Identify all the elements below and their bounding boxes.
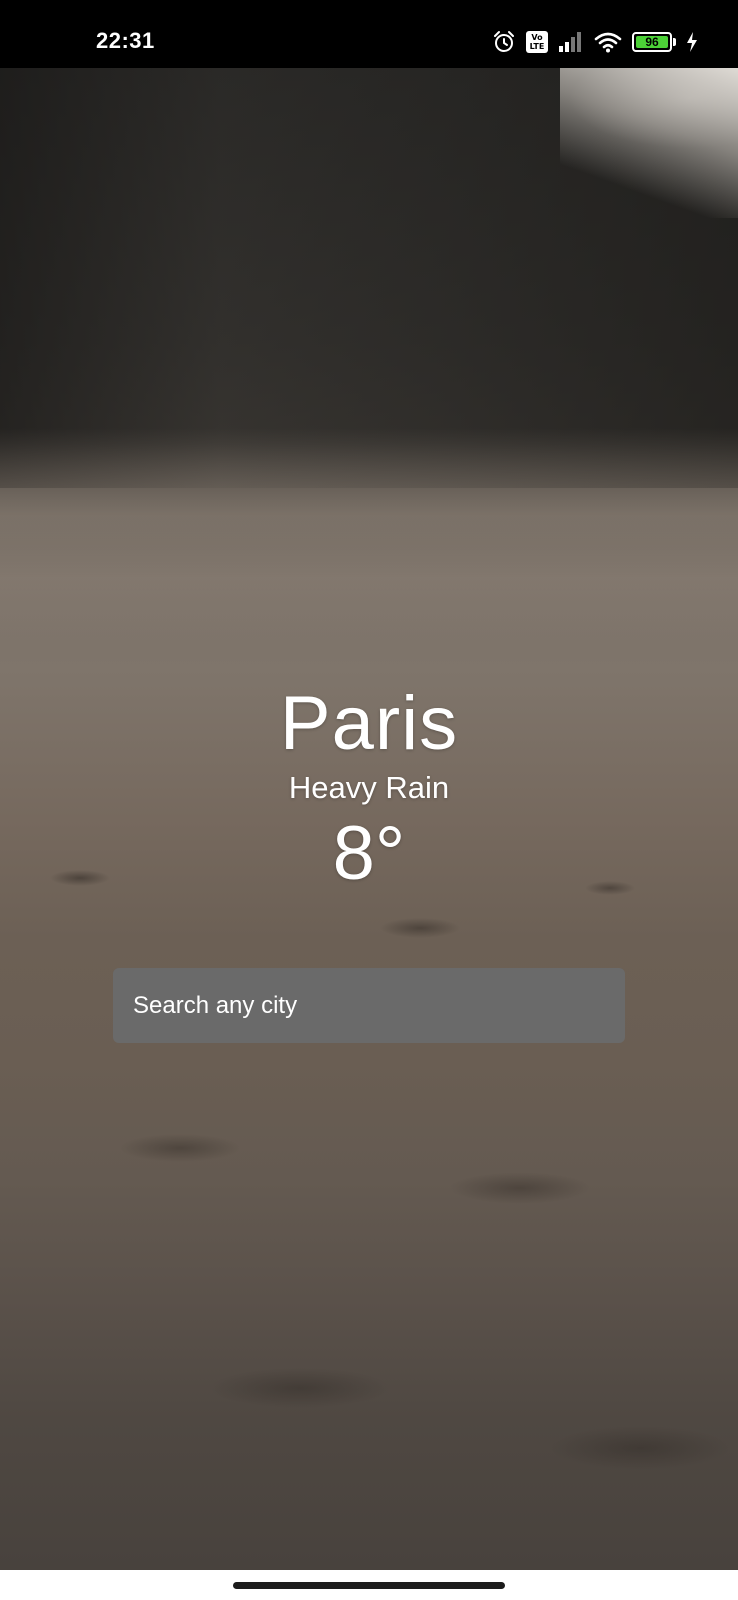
status-icons: Vo LTE 96: [492, 27, 698, 57]
city-search-input[interactable]: [113, 968, 625, 1043]
signal-icon: [558, 31, 584, 53]
status-bar: 22:31 Vo LTE 96: [0, 0, 738, 68]
battery-level: 96: [636, 36, 668, 49]
city-name: Paris: [279, 681, 459, 766]
weather-condition: Heavy Rain: [288, 770, 450, 805]
weather-screen: 22:31 Vo LTE 96 Paris Heavy Rain 8° Sear…: [0, 0, 738, 1600]
wifi-icon: [594, 31, 622, 53]
background-mist: [0, 428, 738, 648]
alarm-icon: [492, 30, 516, 54]
charging-icon: [686, 31, 698, 53]
status-time: 22:31: [96, 28, 155, 53]
weather-summary: Paris Heavy Rain 8°: [0, 680, 738, 898]
battery-icon: 96: [632, 32, 676, 52]
temperature: 8°: [332, 811, 406, 896]
home-indicator[interactable]: [233, 1582, 505, 1589]
background-sky: [560, 68, 738, 218]
volte-icon: Vo LTE: [526, 31, 548, 53]
